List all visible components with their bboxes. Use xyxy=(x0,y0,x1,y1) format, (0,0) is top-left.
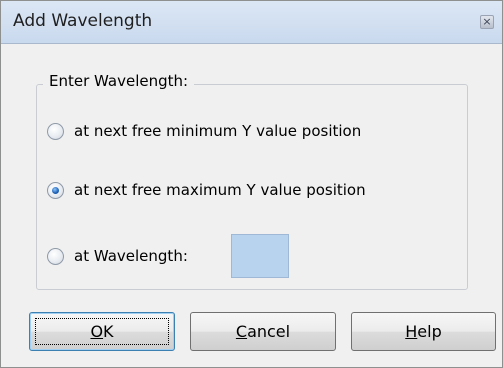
ok-mnemonic: O xyxy=(90,322,104,341)
help-mnemonic: H xyxy=(405,322,418,341)
radio-at-wavelength[interactable] xyxy=(47,247,64,265)
option-min-y[interactable]: at next free minimum Y value position xyxy=(47,119,361,143)
ok-label-rest: K xyxy=(103,322,114,341)
cancel-button[interactable]: Cancel xyxy=(190,312,336,351)
cancel-label-rest: ancel xyxy=(247,322,291,341)
cancel-mnemonic: C xyxy=(235,322,248,341)
help-button[interactable]: Help xyxy=(351,312,496,351)
option-max-y-label: at next free maximum Y value position xyxy=(74,181,366,199)
option-max-y[interactable]: at next free maximum Y value position xyxy=(47,178,366,202)
add-wavelength-dialog: Add Wavelength × Enter Wavelength: at ne… xyxy=(0,0,503,368)
option-at-wavelength-label: at Wavelength: xyxy=(74,247,188,265)
dialog-title: Add Wavelength xyxy=(13,11,153,31)
radio-min-y[interactable] xyxy=(47,122,64,140)
option-at-wavelength[interactable]: at Wavelength: xyxy=(47,244,188,268)
radio-selected-dot xyxy=(52,186,59,194)
title-bar[interactable]: Add Wavelength × xyxy=(1,1,502,44)
help-label-rest: elp xyxy=(417,322,442,341)
option-min-y-label: at next free minimum Y value position xyxy=(74,122,362,140)
radio-max-y[interactable] xyxy=(47,181,64,199)
close-icon[interactable]: × xyxy=(480,15,494,29)
groupbox-label: Enter Wavelength: xyxy=(43,70,195,92)
ok-button[interactable]: OK xyxy=(29,312,175,351)
wavelength-input[interactable] xyxy=(231,234,289,278)
